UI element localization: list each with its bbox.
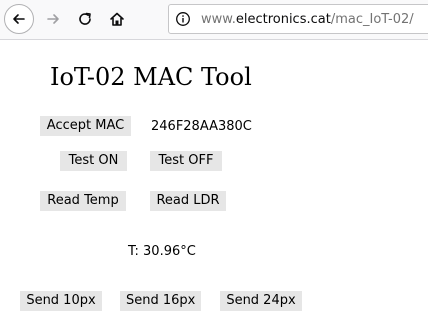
test-off-button[interactable]: Test OFF (150, 151, 222, 171)
url-domain: electronics.cat (235, 11, 331, 27)
accept-mac-button[interactable]: Accept MAC (40, 116, 131, 136)
reload-button[interactable] (70, 4, 100, 34)
url-text: www.electronics.cat/mac_IoT-02/ (197, 12, 414, 27)
send-10px-button[interactable]: Send 10px (20, 291, 102, 311)
read-ldr-button[interactable]: Read LDR (150, 191, 226, 211)
forward-arrow-icon (47, 14, 59, 24)
address-bar[interactable]: www.electronics.cat/mac_IoT-02/ (168, 4, 428, 34)
temperature-readout: T: 30.96°C (128, 244, 196, 259)
mac-address-value: 246F28AA380C (151, 119, 252, 134)
send-24px-button[interactable]: Send 24px (220, 291, 302, 311)
back-button[interactable] (4, 4, 34, 34)
info-icon[interactable] (169, 5, 197, 33)
page-title: IoT-02 MAC Tool (50, 63, 252, 91)
forward-button[interactable] (38, 4, 68, 34)
home-button[interactable] (102, 4, 132, 34)
url-prefix: www. (201, 11, 236, 27)
reload-icon (79, 12, 91, 25)
send-16px-button[interactable]: Send 16px (120, 291, 201, 311)
home-icon (110, 12, 124, 26)
browser-window: www.electronics.cat/mac_IoT-02/ IoT-02 M… (0, 0, 428, 323)
test-on-button[interactable]: Test ON (60, 151, 127, 171)
url-path: /mac_IoT-02/ (330, 11, 414, 27)
back-arrow-icon (13, 14, 25, 24)
browser-toolbar: www.electronics.cat/mac_IoT-02/ (0, 0, 428, 40)
read-temp-button[interactable]: Read Temp (40, 191, 126, 211)
